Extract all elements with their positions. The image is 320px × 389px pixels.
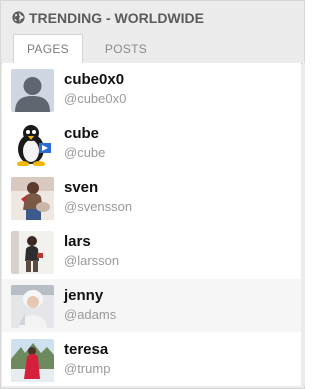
- list-item[interactable]: lars @larsson: [2, 225, 301, 278]
- avatar[interactable]: [11, 123, 54, 166]
- list-item[interactable]: sven @svensson: [2, 171, 301, 224]
- globe-icon: [12, 11, 25, 24]
- avatar[interactable]: [11, 177, 54, 220]
- penguin-avatar-icon: [11, 123, 54, 166]
- tab-pages[interactable]: PAGES: [13, 34, 83, 64]
- list-item[interactable]: cube0x0 @cube0x0: [2, 63, 301, 116]
- list-item[interactable]: jenny @adams: [2, 279, 301, 332]
- user-name[interactable]: sven: [64, 179, 98, 196]
- photo-avatar-icon: [11, 231, 54, 274]
- trending-list: cube0x0 @cube0x0 cube @cube sven @svenss…: [2, 63, 301, 386]
- photo-avatar-icon: [11, 285, 54, 328]
- avatar[interactable]: [11, 231, 54, 274]
- user-name[interactable]: jenny: [64, 287, 103, 304]
- list-item[interactable]: cube @cube: [2, 117, 301, 170]
- photo-avatar-icon: [11, 339, 54, 382]
- widget-title: TRENDING - WORLDWIDE: [29, 9, 204, 26]
- default-avatar-icon: [11, 69, 54, 112]
- user-handle: @cube: [64, 145, 106, 160]
- user-handle: @cube0x0: [64, 91, 127, 106]
- avatar[interactable]: [11, 285, 54, 328]
- widget-header: TRENDING - WORLDWIDE: [1, 1, 304, 34]
- user-name[interactable]: lars: [64, 233, 91, 250]
- user-name[interactable]: cube0x0: [64, 71, 124, 88]
- user-handle: @svensson: [64, 199, 133, 214]
- scrollbar-track[interactable]: [303, 63, 305, 386]
- avatar[interactable]: [11, 69, 54, 112]
- list-item[interactable]: teresa @trump: [2, 333, 301, 386]
- user-handle: @adams: [64, 307, 117, 322]
- user-name[interactable]: cube: [64, 125, 99, 142]
- user-handle: @trump: [64, 361, 111, 376]
- tab-posts[interactable]: POSTS: [83, 35, 169, 63]
- user-name[interactable]: teresa: [64, 341, 108, 358]
- tab-bar: PAGES POSTS: [1, 34, 304, 64]
- avatar[interactable]: [11, 339, 54, 382]
- user-handle: @larsson: [64, 253, 120, 268]
- photo-avatar-icon: [11, 177, 54, 220]
